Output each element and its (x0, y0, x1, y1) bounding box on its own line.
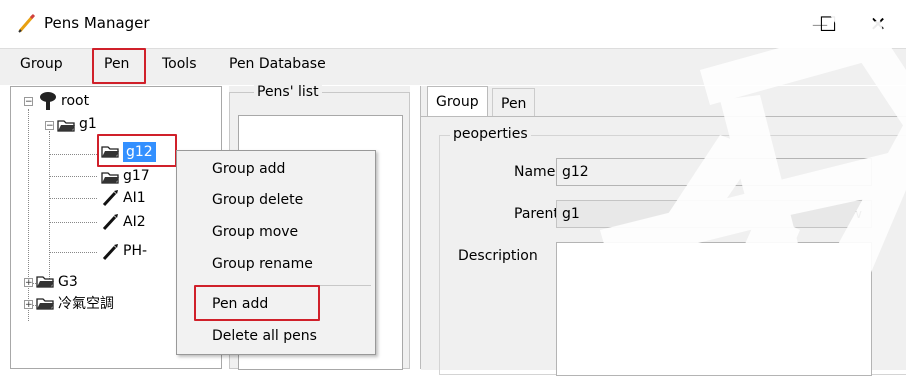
menu-pen-database[interactable]: Pen Database (229, 56, 326, 72)
tree-item-ai1[interactable]: AI1 (123, 187, 146, 209)
maximize-button[interactable]: ☐ (808, 6, 848, 42)
properties-group: peoperties Name g12 Parent g1 ∨ Descript… (439, 126, 906, 376)
tab-group-body: peoperties Name g12 Parent g1 ∨ Descript… (421, 116, 906, 376)
pen-icon (102, 214, 118, 231)
properties-legend: peoperties (450, 126, 531, 142)
folder-icon (36, 298, 54, 310)
folder-icon (36, 276, 54, 288)
details-panel: Group Pen peoperties Name g12 Parent g1 … (420, 86, 906, 376)
description-label: Description (458, 248, 538, 264)
menu-group[interactable]: Group (20, 56, 63, 72)
close-icon: ✕ (869, 12, 887, 36)
menu-item-group-move[interactable]: Group move (212, 224, 298, 240)
tree-root-icon (40, 92, 56, 110)
pen-icon (102, 244, 118, 261)
pen-icon (102, 190, 118, 207)
tree-g12-highlight (97, 134, 177, 167)
tree-item-g1[interactable]: g1 (79, 113, 97, 135)
name-label: Name (514, 164, 556, 180)
tree-item-g3[interactable]: G3 (58, 271, 78, 293)
menu-item-group-delete[interactable]: Group delete (212, 192, 303, 208)
tree-item-ai2[interactable]: AI2 (123, 211, 146, 233)
tree-item-root[interactable]: root (61, 90, 89, 112)
folder-icon (57, 120, 75, 132)
context-menu: Group add Group delete Group move Group … (176, 150, 376, 355)
g3-expander[interactable]: + (24, 278, 33, 288)
parent-select-value: g1 (562, 206, 580, 222)
parent-select[interactable]: g1 ∨ (556, 200, 872, 228)
menu-tools[interactable]: Tools (162, 56, 197, 72)
menu-item-delete-all-pens[interactable]: Delete all pens (212, 328, 317, 344)
root-expander[interactable]: − (24, 97, 33, 107)
menu-item-group-add[interactable]: Group add (212, 161, 285, 177)
menu-item-group-rename[interactable]: Group rename (212, 256, 313, 272)
window-title: Pens Manager (44, 14, 150, 32)
description-field[interactable] (556, 242, 872, 376)
pens-list-legend: Pens' list (254, 84, 322, 100)
close-button[interactable]: ✕ (858, 6, 898, 42)
parent-label: Parent (514, 206, 559, 222)
tab-group[interactable]: Group (427, 86, 488, 116)
tree-item-ph[interactable]: PH- (123, 240, 147, 262)
maximize-icon: ☐ (819, 12, 837, 36)
pen-add-highlight (194, 285, 320, 321)
folder-icon (101, 172, 119, 184)
chevron-down-icon: ∨ (854, 207, 863, 221)
name-field[interactable]: g12 (556, 158, 872, 186)
menu-pen-highlight (92, 48, 146, 84)
pencil-app-icon (18, 13, 36, 33)
tree-item-aircon[interactable]: 冷氣空調 (58, 293, 176, 315)
aircon-expander[interactable]: + (24, 300, 33, 310)
g1-expander[interactable]: − (45, 121, 54, 131)
tree-item-g17[interactable]: g17 (123, 165, 150, 187)
tab-pen[interactable]: Pen (492, 88, 536, 116)
